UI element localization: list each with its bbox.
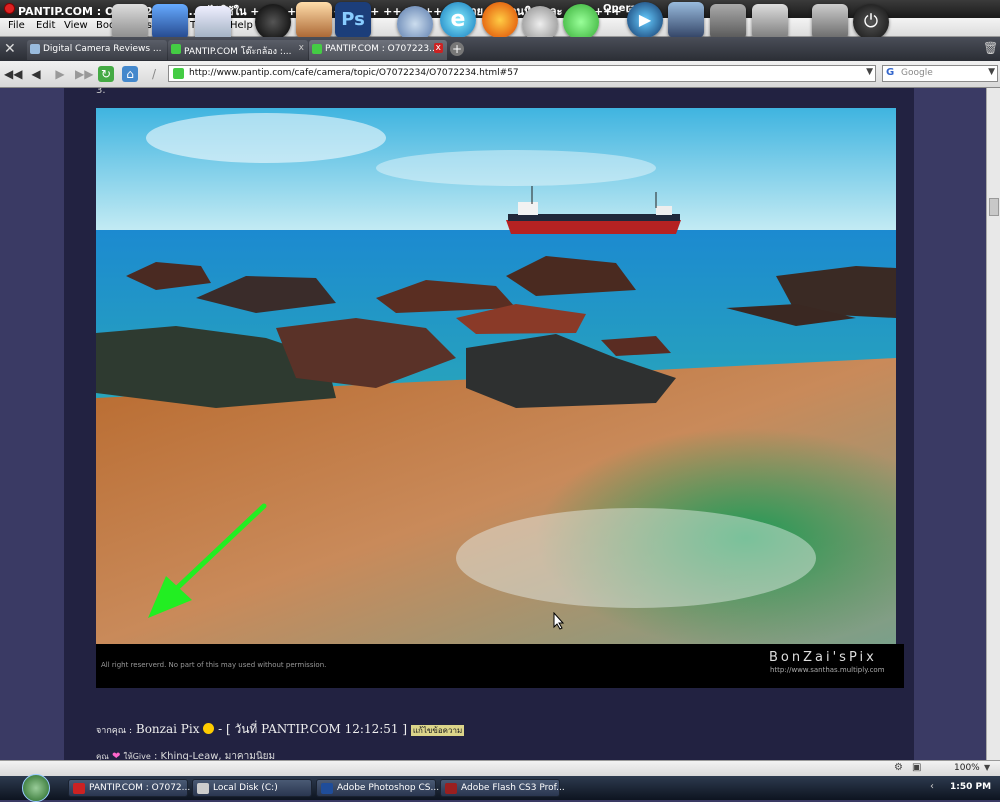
menu-help[interactable]: Help <box>230 20 253 31</box>
drive-icon[interactable] <box>112 4 148 40</box>
author-prefix: จากคุณ : <box>96 726 133 736</box>
tab-bar: ✕ Digital Camera Reviews ... PANTIP.COM … <box>0 37 1000 61</box>
watermark-logo: BonZai'sPix <box>769 650 877 665</box>
copyright-notice: All right reserverd. No part of this may… <box>101 661 327 669</box>
flash-icon <box>445 783 457 794</box>
opera-icon <box>73 783 85 794</box>
zoom-level[interactable]: 100% <box>954 763 980 773</box>
network-icon[interactable] <box>152 4 188 40</box>
camera-lens-icon[interactable] <box>255 4 291 40</box>
drive-icon <box>197 783 209 794</box>
panels-icon[interactable]: ✕ <box>4 41 16 57</box>
back-icon[interactable]: ◀ <box>28 66 44 82</box>
internet-explorer-icon[interactable]: e <box>440 2 476 38</box>
post-author-line: จากคุณ : Bonzai Pix - [ วันที่ PANTIP.CO… <box>96 720 465 739</box>
menu-edit[interactable]: Edit <box>36 20 55 31</box>
site-favicon-icon <box>173 68 184 79</box>
rewind-icon[interactable]: ◀◀ <box>4 66 22 82</box>
tab-digital-camera-reviews[interactable]: Digital Camera Reviews ... <box>27 40 167 60</box>
give-label[interactable]: ให้Give <box>124 752 151 760</box>
mouse-cursor-icon <box>553 612 565 630</box>
trash-tab-icon[interactable]: 🗑 <box>983 41 998 55</box>
post-number: 3. <box>96 88 106 96</box>
opera-icon <box>4 3 15 14</box>
likes-users: : Khing-Leaw, มาคามนิยม <box>154 751 276 760</box>
wand-icon[interactable]: / <box>146 66 162 82</box>
status-bar: ⚙ ▣ 100% ▼ <box>0 760 1000 777</box>
film-icon[interactable] <box>668 2 704 38</box>
menu-view[interactable]: View <box>64 20 88 31</box>
address-field[interactable]: http://www.pantip.com/cafe/camera/topic/… <box>168 65 876 82</box>
close-tab-icon[interactable]: x <box>299 43 304 53</box>
date-prefix: - [ วันที่ <box>218 722 258 736</box>
watermark-url: http://www.santhas.multiply.com <box>770 666 885 674</box>
taskbar: PANTIP.COM : O7072... Local Disk (C:) Ad… <box>0 774 1000 802</box>
chevron-down-icon[interactable]: ▼ <box>866 67 873 77</box>
new-tab-icon[interactable]: + <box>450 42 464 56</box>
tab-pantip-topic[interactable]: PANTIP.COM : O707223... x <box>309 40 447 60</box>
clock: 1:50 PM <box>950 782 992 792</box>
media-player-icon[interactable]: ▶ <box>627 2 663 38</box>
chevron-down-icon[interactable]: ▼ <box>984 763 990 772</box>
tab-favicon-icon <box>312 44 322 54</box>
chevron-down-icon[interactable]: ▼ <box>988 67 995 77</box>
scissors-icon[interactable] <box>752 4 788 40</box>
smiley-icon <box>203 723 215 734</box>
download-icon[interactable] <box>710 4 746 40</box>
taskbar-item-local-disk[interactable]: Local Disk (C:) <box>192 779 312 797</box>
firefox-icon[interactable] <box>482 2 518 38</box>
edit-message-button[interactable]: แก้ไขข้อความ <box>410 725 465 736</box>
tab-pantip-camera[interactable]: PANTIP.COM โต๊ะกล้อง :... x <box>168 40 308 60</box>
tray-expand-icon[interactable]: ‹ <box>930 781 934 792</box>
green-arrow-annotation <box>140 498 270 618</box>
search-input[interactable]: G Google ▼ <box>882 65 998 82</box>
photo-viewer-icon[interactable] <box>296 2 332 38</box>
navigation-bar: ◀◀ ◀ ▶ ▶▶ ↻ ⌂ / http://www.pantip.com/ca… <box>0 61 1000 88</box>
tab-favicon-icon <box>171 44 181 54</box>
messenger-icon[interactable] <box>563 4 599 40</box>
post-date: PANTIP.COM 12:12:51 ] <box>261 722 408 736</box>
likes-prefix: คุณ <box>96 752 109 760</box>
photoshop-icon <box>321 783 333 794</box>
google-icon: G <box>886 67 895 78</box>
page-margin <box>0 88 64 760</box>
menu-file[interactable]: File <box>8 20 25 31</box>
tab-favicon-icon <box>30 44 40 54</box>
photo-caption-strip: All right reserverd. No part of this may… <box>96 644 904 688</box>
author-name[interactable]: Bonzai Pix <box>136 722 200 736</box>
scrollbar-thumb[interactable] <box>989 198 999 216</box>
taskbar-item-opera[interactable]: PANTIP.COM : O7072... <box>68 779 190 797</box>
close-tab-icon[interactable]: x <box>433 43 443 53</box>
start-button[interactable] <box>22 774 50 802</box>
photoshop-icon[interactable]: Ps <box>335 2 371 38</box>
taskbar-item-photoshop[interactable]: Adobe Photoshop CS... <box>316 779 439 797</box>
page-viewport: 3. All right reserverd. No part of this … <box>0 88 1000 760</box>
camera-icon[interactable]: ▣ <box>912 762 921 773</box>
vertical-scrollbar[interactable] <box>986 88 1000 760</box>
power-icon[interactable]: ⏻ <box>853 4 889 40</box>
reload-icon[interactable]: ↻ <box>98 66 114 82</box>
fast-forward-icon[interactable]: ▶▶ <box>75 66 93 82</box>
heart-icon: ❤ <box>111 751 121 760</box>
panel-icon[interactable]: ⚙ <box>894 762 903 773</box>
trash-icon[interactable] <box>812 4 848 40</box>
forward-icon[interactable]: ▶ <box>52 66 68 82</box>
home-icon[interactable]: ⌂ <box>122 66 138 82</box>
taskbar-item-flash[interactable]: Adobe Flash CS3 Prof... <box>440 779 565 797</box>
likes-line: คุณ ❤ ให้Give : Khing-Leaw, มาคามนิยม <box>96 749 275 760</box>
